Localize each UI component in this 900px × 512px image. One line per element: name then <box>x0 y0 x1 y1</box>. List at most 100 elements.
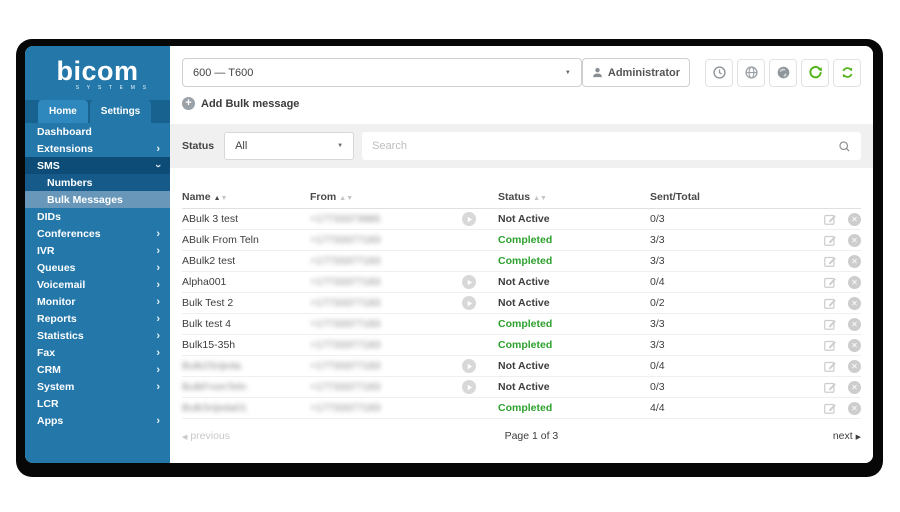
refresh-icon[interactable] <box>801 58 829 87</box>
sidebar-item-label: Fax <box>37 346 56 359</box>
sidebar-item-extensions[interactable]: Extensions › <box>25 140 170 157</box>
edit-icon[interactable] <box>823 359 837 373</box>
edit-icon[interactable] <box>823 233 837 247</box>
delete-icon[interactable]: ✕ <box>848 338 861 352</box>
sidebar-item-numbers[interactable]: Numbers <box>25 174 170 191</box>
delete-icon[interactable]: ✕ <box>848 359 861 373</box>
delete-icon[interactable]: ✕ <box>848 401 861 415</box>
sidebar-item-fax[interactable]: Fax › <box>25 344 170 361</box>
row-status: Completed <box>498 339 553 351</box>
edit-icon[interactable] <box>823 401 837 415</box>
sidebar-item-dids[interactable]: DIDs <box>25 208 170 225</box>
chevron-right-icon: › <box>156 142 160 155</box>
row-from-number: +17733377183 <box>310 297 381 309</box>
sort-icons: ▲▼ <box>213 195 228 202</box>
sidebar-item-crm[interactable]: CRM › <box>25 361 170 378</box>
row-sent-total: 0/4 <box>650 276 665 288</box>
globe-icon[interactable] <box>769 58 797 87</box>
chevron-right-icon: › <box>156 380 160 393</box>
sidebar-item-lcr[interactable]: LCR <box>25 395 170 412</box>
row-sent-total: 0/3 <box>650 213 665 225</box>
sidebar-item-label: Reports <box>37 312 77 325</box>
sidebar: bicom S Y S T E M S Home Settings Dashboa… <box>25 46 170 463</box>
delete-icon[interactable]: ✕ <box>848 254 861 268</box>
sidebar-item-statistics[interactable]: Statistics › <box>25 327 170 344</box>
delete-icon[interactable]: ✕ <box>848 275 861 289</box>
row-actions: ✕ <box>799 275 861 289</box>
play-icon[interactable] <box>462 275 476 289</box>
chevron-right-icon: › <box>156 295 160 308</box>
delete-icon[interactable]: ✕ <box>848 212 861 226</box>
chevron-down-icon: ▼ <box>564 69 571 76</box>
sidebar-item-dashboard[interactable]: Dashboard <box>25 123 170 140</box>
delete-icon[interactable]: ✕ <box>848 380 861 394</box>
extension-select[interactable]: 600 — T600 ▼ <box>182 58 582 87</box>
play-icon[interactable] <box>462 359 476 373</box>
play-icon[interactable] <box>462 212 476 226</box>
edit-icon[interactable] <box>823 380 837 394</box>
screen-frame: bicom S Y S T E M S Home Settings Dashboa… <box>16 39 883 477</box>
row-from-number: +17733377183 <box>310 276 381 288</box>
next-page-button[interactable]: next ▶ <box>833 430 861 442</box>
add-bulk-message-button[interactable]: + Add Bulk message <box>182 97 861 110</box>
edit-icon[interactable] <box>823 317 837 331</box>
sidebar-item-queues[interactable]: Queues › <box>25 259 170 276</box>
previous-page-button[interactable]: ◀ previous <box>182 430 230 442</box>
sidebar-item-bulk-messages[interactable]: Bulk Messages <box>25 191 170 208</box>
edit-icon[interactable] <box>823 338 837 352</box>
play-icon[interactable] <box>462 296 476 310</box>
row-actions: ✕ <box>799 359 861 373</box>
delete-icon[interactable]: ✕ <box>848 317 861 331</box>
chevron-right-icon: › <box>156 244 160 257</box>
row-actions: ✕ <box>799 338 861 352</box>
sidebar-item-reports[interactable]: Reports › <box>25 310 170 327</box>
sidebar-item-monitor[interactable]: Monitor › <box>25 293 170 310</box>
chevron-right-icon: › <box>156 227 160 240</box>
row-status: Not Active <box>498 381 550 393</box>
row-status: Not Active <box>498 276 550 288</box>
row-from: +17733377183 <box>310 359 498 373</box>
edit-icon[interactable] <box>823 254 837 268</box>
row-from-number: +17733377183 <box>310 360 381 372</box>
row-sent-total: 0/2 <box>650 297 665 309</box>
filter-bar: Status All ▼ <box>170 124 873 168</box>
tab-settings[interactable]: Settings <box>89 100 152 123</box>
sidebar-item-label: Dashboard <box>37 125 92 138</box>
row-status: Not Active <box>498 297 550 309</box>
edit-icon[interactable] <box>823 296 837 310</box>
column-header-name[interactable]: Name ▲▼ <box>182 191 310 203</box>
status-filter-select[interactable]: All ▼ <box>224 132 355 160</box>
delete-icon[interactable]: ✕ <box>848 233 861 247</box>
row-from-number: +17733373985 <box>310 213 381 225</box>
tab-home[interactable]: Home <box>38 100 88 123</box>
edit-icon[interactable] <box>823 212 837 226</box>
clock-icon[interactable] <box>705 58 733 87</box>
chevron-right-icon: › <box>156 261 160 274</box>
sidebar-item-apps[interactable]: Apps › <box>25 412 170 429</box>
sidebar-item-ivr[interactable]: IVR › <box>25 242 170 259</box>
column-header-status[interactable]: Status ▲▼ <box>498 191 650 203</box>
administrator-button[interactable]: Administrator <box>581 58 690 87</box>
administrator-label: Administrator <box>607 66 680 79</box>
row-name: ABulk From Teln <box>182 234 259 246</box>
edit-icon[interactable] <box>823 275 837 289</box>
sidebar-item-sms[interactable]: SMS › <box>25 157 170 174</box>
chevron-down-icon: › <box>152 163 165 168</box>
sidebar-item-conferences[interactable]: Conferences › <box>25 225 170 242</box>
sidebar-item-label: LCR <box>37 397 59 410</box>
sidebar-item-voicemail[interactable]: Voicemail › <box>25 276 170 293</box>
row-actions: ✕ <box>799 254 861 268</box>
user-icon <box>592 67 603 78</box>
delete-icon[interactable]: ✕ <box>848 296 861 310</box>
add-bulk-message-label: Add Bulk message <box>201 97 300 110</box>
search-input[interactable] <box>372 140 838 152</box>
row-actions: ✕ <box>799 380 861 394</box>
sync-icon[interactable] <box>833 58 861 87</box>
status-filter-value: All <box>235 140 248 152</box>
play-icon[interactable] <box>462 380 476 394</box>
row-from-number: +17733377183 <box>310 234 381 246</box>
sidebar-item-system[interactable]: System › <box>25 378 170 395</box>
table-row: ABulk2 test +17733377183 Completed 3/3 ✕ <box>182 251 861 272</box>
column-header-from[interactable]: From ▲▼ <box>310 191 498 203</box>
globe-grid-icon[interactable] <box>737 58 765 87</box>
